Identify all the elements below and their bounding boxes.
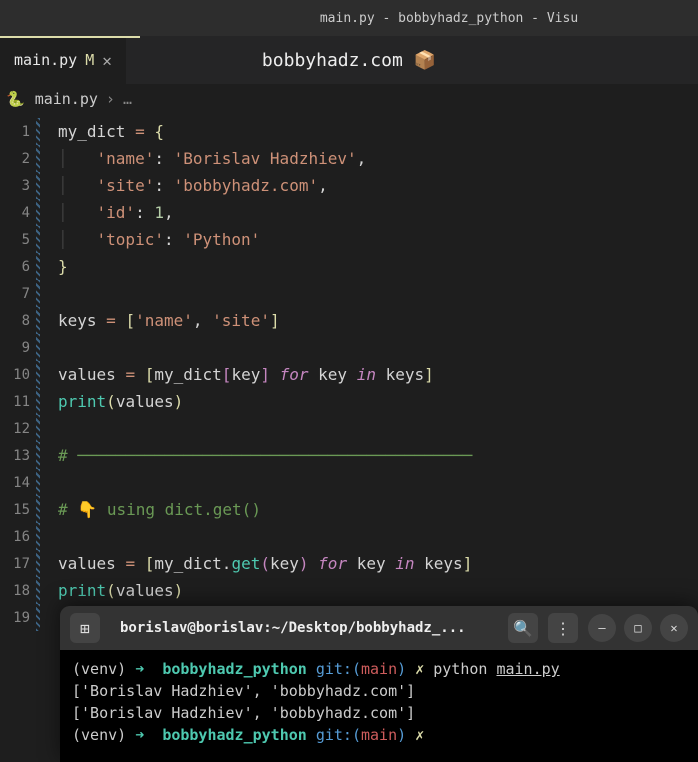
line-number: 17 xyxy=(0,556,36,572)
search-icon[interactable]: 🔍 xyxy=(508,613,538,643)
terminal-title: borislav@borislav:~/Desktop/bobbyhadz_..… xyxy=(110,620,498,636)
line-number: 6 xyxy=(0,259,36,275)
code-line[interactable]: print(values) xyxy=(44,581,183,600)
line-number: 15 xyxy=(0,502,36,518)
line-number: 1 xyxy=(0,124,36,140)
modified-indicator: M xyxy=(85,51,94,69)
code-line[interactable]: } xyxy=(44,257,68,276)
code-line[interactable]: # ──────────────────────────────────────… xyxy=(44,446,472,465)
close-window-icon[interactable]: ✕ xyxy=(660,614,688,642)
breadcrumb-file[interactable]: main.py xyxy=(35,90,98,108)
terminal-line: (venv) ➜ bobbyhadz_python git:(main) ✗ p… xyxy=(72,658,686,680)
terminal-line: (venv) ➜ bobbyhadz_python git:(main) ✗ xyxy=(72,724,686,746)
minimize-icon[interactable]: — xyxy=(588,614,616,642)
terminal-output: ['Borislav Hadzhiev', 'bobbyhadz.com'] xyxy=(72,702,686,724)
line-number: 2 xyxy=(0,151,36,167)
line-number: 12 xyxy=(0,421,36,437)
breadcrumb-separator: › xyxy=(106,90,115,108)
line-number: 19 xyxy=(0,610,36,626)
terminal-title-bar: ⊞ borislav@borislav:~/Desktop/bobbyhadz_… xyxy=(60,606,698,650)
terminal-new-tab-icon[interactable]: ⊞ xyxy=(70,613,100,643)
line-number: 11 xyxy=(0,394,36,410)
maximize-icon[interactable]: □ xyxy=(624,614,652,642)
code-line[interactable]: values = [my_dict.get(key) for key in ke… xyxy=(44,554,472,573)
line-number: 13 xyxy=(0,448,36,464)
line-number: 10 xyxy=(0,367,36,383)
code-line[interactable]: │ 'site': 'bobbyhadz.com', xyxy=(44,176,328,195)
line-number: 8 xyxy=(0,313,36,329)
breadcrumb-more[interactable]: … xyxy=(123,90,132,108)
code-line[interactable]: # 👇 using dict.get() xyxy=(44,500,261,519)
terminal-output: ['Borislav Hadzhiev', 'bobbyhadz.com'] xyxy=(72,680,686,702)
line-number: 18 xyxy=(0,583,36,599)
code-line[interactable]: │ 'topic': 'Python' xyxy=(44,230,260,249)
line-number: 14 xyxy=(0,475,36,491)
window-title: main.py - bobbyhadz_python - Visu xyxy=(320,11,578,26)
line-number: 9 xyxy=(0,340,36,356)
line-number: 4 xyxy=(0,205,36,221)
line-number: 5 xyxy=(0,232,36,248)
menu-icon[interactable]: ⋮ xyxy=(548,613,578,643)
tab-filename: main.py xyxy=(14,51,77,69)
tab-row: main.py M ✕ bobbyhadz.com 📦 xyxy=(0,36,698,84)
breadcrumb[interactable]: 🐍 main.py › … xyxy=(0,84,698,114)
code-line[interactable]: values = [my_dict[key] for key in keys] xyxy=(44,365,434,384)
python-file-icon: 🐍 xyxy=(6,90,25,108)
tab-main-py[interactable]: main.py M ✕ xyxy=(0,36,126,84)
code-line[interactable]: │ 'name': 'Borislav Hadzhiev', xyxy=(44,149,366,168)
active-tab-indicator xyxy=(0,36,140,38)
terminal-body[interactable]: (venv) ➜ bobbyhadz_python git:(main) ✗ p… xyxy=(60,650,698,762)
close-icon[interactable]: ✕ xyxy=(102,51,112,70)
code-line[interactable]: keys = ['name', 'site'] xyxy=(44,311,280,330)
line-number: 16 xyxy=(0,529,36,545)
code-editor[interactable]: 1 my_dict = { 2 │ 'name': 'Borislav Hadzhi… xyxy=(0,114,698,635)
site-badge: bobbyhadz.com 📦 xyxy=(262,50,436,71)
line-number: 3 xyxy=(0,178,36,194)
code-line[interactable]: my_dict = { xyxy=(44,122,164,141)
terminal-window: ⊞ borislav@borislav:~/Desktop/bobbyhadz_… xyxy=(60,606,698,762)
line-number: 7 xyxy=(0,286,36,302)
code-line[interactable]: print(values) xyxy=(44,392,183,411)
title-bar: main.py - bobbyhadz_python - Visu xyxy=(0,0,698,36)
code-line[interactable]: │ 'id': 1, xyxy=(44,203,174,222)
